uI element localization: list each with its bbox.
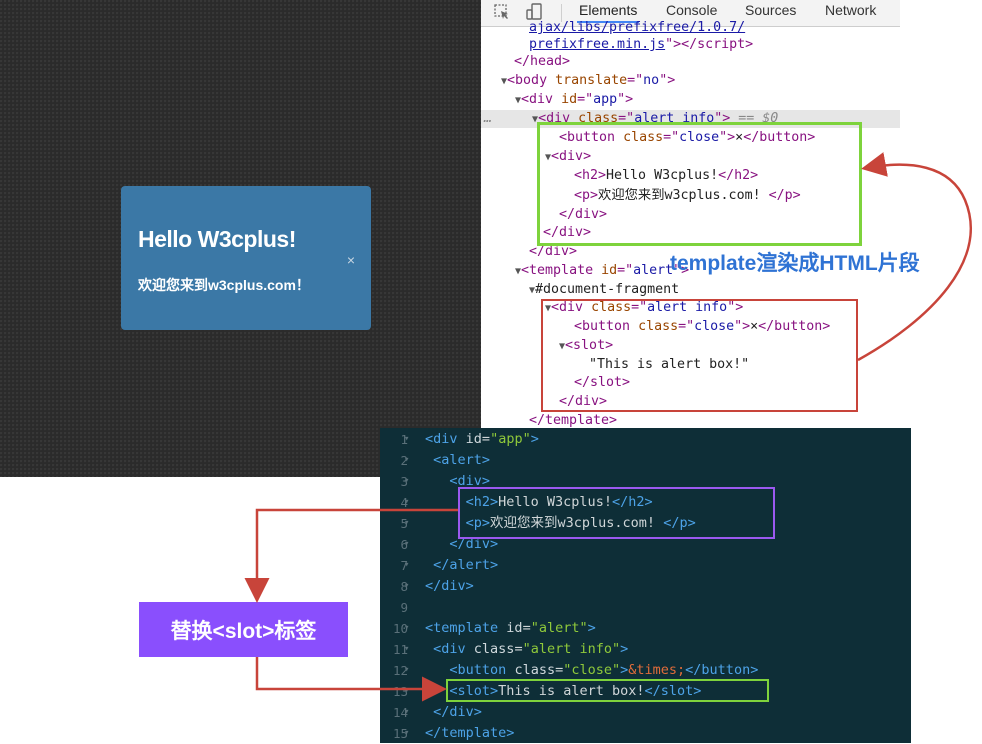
template-render-arrow [857,152,972,362]
slot-replace-arrow [255,657,447,702]
annotation-arrows [244,152,972,702]
slot-content-arrow [244,508,458,603]
